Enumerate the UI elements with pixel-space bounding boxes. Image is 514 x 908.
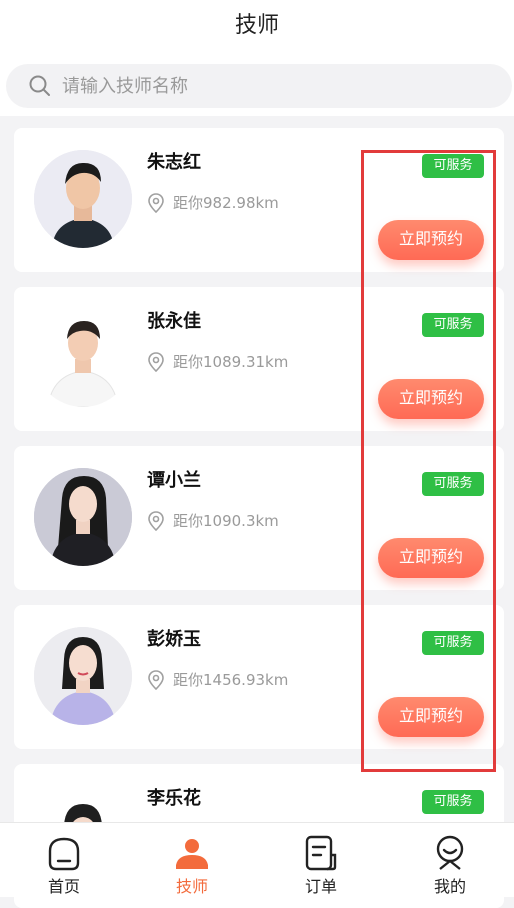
distance-value: 距你982.98km xyxy=(173,194,279,212)
distance-text: 距你1090.3km xyxy=(147,510,279,531)
tab-orders-label: 订单 xyxy=(304,877,337,896)
avatar xyxy=(34,468,132,566)
tab-therapist[interactable]: 技师 xyxy=(128,823,256,898)
distance-text: 距你1089.31km xyxy=(147,351,288,372)
distance-text: 距你982.98km xyxy=(147,192,279,213)
avatar xyxy=(34,150,132,248)
order-icon xyxy=(305,835,337,871)
tab-therapist-label: 技师 xyxy=(175,877,208,896)
bottom-tab-bar: 首页 技师 订单 我的 xyxy=(0,822,514,897)
location-pin-icon xyxy=(148,510,164,531)
therapist-name: 彭娇玉 xyxy=(147,629,201,650)
distance-value: 距你1089.31km xyxy=(173,353,289,371)
therapist-name: 李乐花 xyxy=(147,788,201,809)
location-pin-icon xyxy=(148,351,164,372)
tab-orders[interactable]: 订单 xyxy=(257,823,385,898)
search-bar[interactable] xyxy=(6,64,512,108)
page-title: 技师 xyxy=(234,13,279,38)
tab-home[interactable]: 首页 xyxy=(0,823,128,898)
distance-value: 距你1456.93km xyxy=(173,671,289,689)
location-pin-icon xyxy=(148,192,164,213)
therapist-name: 朱志红 xyxy=(147,152,201,173)
tab-profile[interactable]: 我的 xyxy=(386,823,514,898)
distance-value: 距你1090.3km xyxy=(173,512,279,530)
highlight-box xyxy=(361,150,496,772)
avatar xyxy=(34,309,132,407)
avatar xyxy=(34,627,132,725)
tab-home-label: 首页 xyxy=(47,877,80,896)
therapist-name: 谭小兰 xyxy=(147,470,201,491)
therapist-icon xyxy=(176,839,208,869)
search-icon xyxy=(29,75,50,96)
home-icon xyxy=(48,837,80,871)
page-header: 技师 xyxy=(0,0,514,116)
location-pin-icon xyxy=(148,669,164,690)
search-input[interactable] xyxy=(62,75,462,97)
therapist-name: 张永佳 xyxy=(147,311,201,332)
profile-icon xyxy=(436,835,464,870)
status-badge: 可服务 xyxy=(422,790,484,814)
tab-profile-label: 我的 xyxy=(433,877,466,896)
distance-text: 距你1456.93km xyxy=(147,669,288,690)
